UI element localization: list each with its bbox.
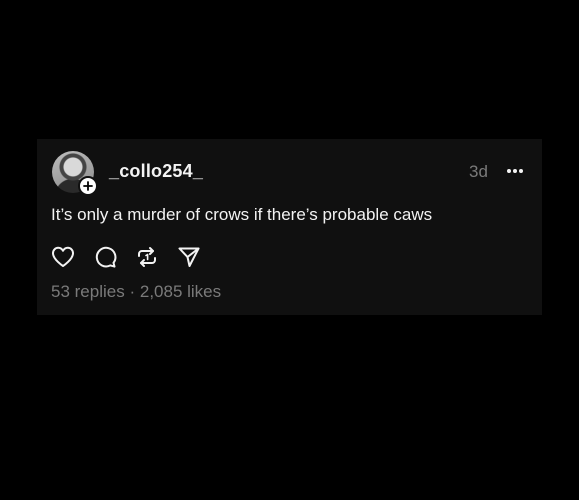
comment-icon xyxy=(95,246,117,268)
likes-count[interactable]: 2,085 likes xyxy=(140,282,221,301)
like-button[interactable] xyxy=(50,244,76,270)
more-options-button[interactable] xyxy=(503,161,527,181)
repost-icon xyxy=(138,247,156,267)
plus-icon xyxy=(83,181,93,191)
reply-button[interactable] xyxy=(92,244,118,270)
send-icon xyxy=(178,247,200,267)
follow-button[interactable] xyxy=(78,176,98,196)
repost-button[interactable] xyxy=(134,244,160,270)
username[interactable]: _collo254_ xyxy=(109,161,203,182)
post-timestamp: 3d xyxy=(469,162,488,181)
more-horizontal-icon xyxy=(507,169,523,173)
stats-separator: · xyxy=(129,282,136,301)
heart-icon xyxy=(52,246,74,267)
replies-count[interactable]: 53 replies xyxy=(51,282,125,301)
post-stats: 53 replies · 2,085 likes xyxy=(51,282,221,302)
share-button[interactable] xyxy=(176,244,202,270)
post-card[interactable]: _collo254_ 3d It’s only a murder of crow… xyxy=(37,139,542,315)
post-text: It’s only a murder of crows if there’s p… xyxy=(51,205,433,224)
avatar-container[interactable] xyxy=(52,151,98,196)
